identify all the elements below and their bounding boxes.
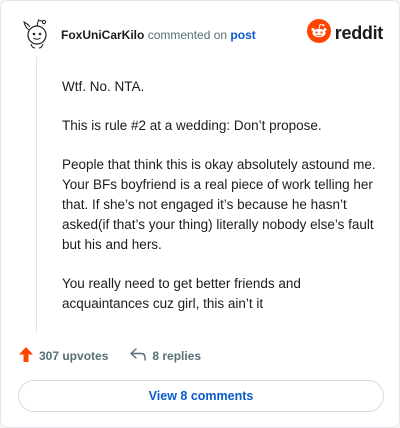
reply-count: 8 replies	[152, 349, 202, 363]
username-link[interactable]: FoxUniCarKilo	[61, 28, 144, 42]
reddit-logo-icon	[306, 18, 331, 48]
snoo-avatar-icon[interactable]	[19, 15, 55, 51]
reddit-brand[interactable]: reddit	[306, 18, 384, 48]
comment-body: Wtf. No. NTA. This is rule #2 at a weddi…	[62, 77, 382, 333]
upvote-button[interactable]: 307 upvotes	[19, 347, 108, 365]
comment-byline: FoxUniCarKilo commented on post	[61, 28, 256, 42]
byline-text: commented on	[147, 28, 228, 42]
reddit-wordmark: reddit	[334, 22, 384, 43]
view-comments-button[interactable]: View 8 comments	[18, 380, 384, 412]
upvote-count: 307 upvotes	[39, 349, 109, 363]
replies-button[interactable]: 8 replies	[130, 348, 201, 364]
comment-paragraph: You really need to get better friends an…	[62, 276, 301, 311]
thread-line	[36, 57, 37, 333]
comment-paragraph: People that think this is okay absolutel…	[62, 157, 376, 252]
comment-paragraph: This is rule #2 at a wedding: Don’t prop…	[62, 118, 322, 133]
upvote-arrow-icon	[19, 347, 39, 365]
comment-header: FoxUniCarKilo commented on post reddit	[19, 15, 383, 55]
post-link[interactable]: post	[230, 28, 255, 42]
reply-arrow-icon	[130, 348, 152, 364]
comment-card: FoxUniCarKilo commented on post reddit W…	[0, 0, 400, 428]
comment-actions: 307 upvotes 8 replies	[19, 346, 201, 366]
comment-paragraph: Wtf. No. NTA.	[62, 79, 145, 94]
